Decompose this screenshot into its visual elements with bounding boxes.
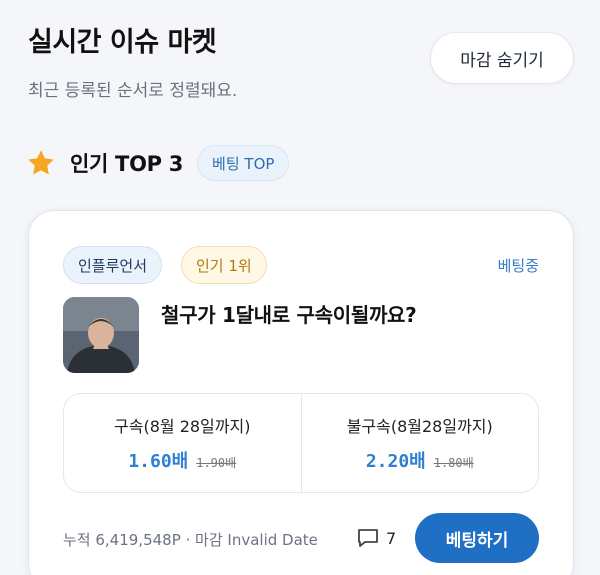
comment-count: 7: [386, 529, 397, 548]
rank-badge: 인기 1위: [181, 246, 267, 284]
hide-closed-button[interactable]: 마감 숨기기: [430, 32, 574, 84]
odds-row: 2.20배 1.80배: [366, 447, 474, 473]
status-label: 베팅중: [497, 257, 539, 275]
market-question: 철구가 1달내로 구속이될까요?: [161, 303, 417, 327]
page-subtitle: 최근 등록된 순서로 정렬돼요.: [28, 81, 238, 101]
bet-options: 구속(8월 28일까지) 1.60배 1.90배 불구속(8월28일까지) 2.…: [63, 393, 539, 493]
option-label: 불구속(8월28일까지): [346, 417, 493, 436]
option-old-odds: 1.90배: [196, 456, 237, 470]
odds-row: 1.60배 1.90배: [128, 447, 236, 473]
option-old-odds: 1.80배: [433, 456, 474, 470]
page-title: 실시간 이슈 마켓: [28, 27, 217, 58]
category-tag: 인플루언서: [63, 246, 163, 284]
market-meta: 누적 6,419,548P · 마감 Invalid Date: [63, 531, 318, 549]
comment-icon[interactable]: [357, 528, 379, 548]
option-odds: 2.20배: [365, 451, 426, 472]
market-card[interactable]: 인플루언서 인기 1위 베팅중 철구가 1달내로 구속이될까요? 구속(8월 2…: [28, 210, 574, 575]
section-pill[interactable]: 베팅 TOP: [197, 145, 290, 181]
option-label: 구속(8월 28일까지): [114, 417, 251, 436]
section-title: 인기 TOP 3: [70, 152, 184, 176]
section-header: 인기 TOP 3 베팅 TOP: [26, 144, 290, 182]
option-no-arrest[interactable]: 불구속(8월28일까지) 2.20배 1.80배: [300, 394, 539, 492]
option-arrest[interactable]: 구속(8월 28일까지) 1.60배 1.90배: [64, 394, 301, 492]
option-odds: 1.60배: [128, 451, 189, 472]
bet-button[interactable]: 베팅하기: [415, 513, 539, 563]
star-icon: [28, 150, 54, 175]
avatar: [63, 297, 139, 373]
